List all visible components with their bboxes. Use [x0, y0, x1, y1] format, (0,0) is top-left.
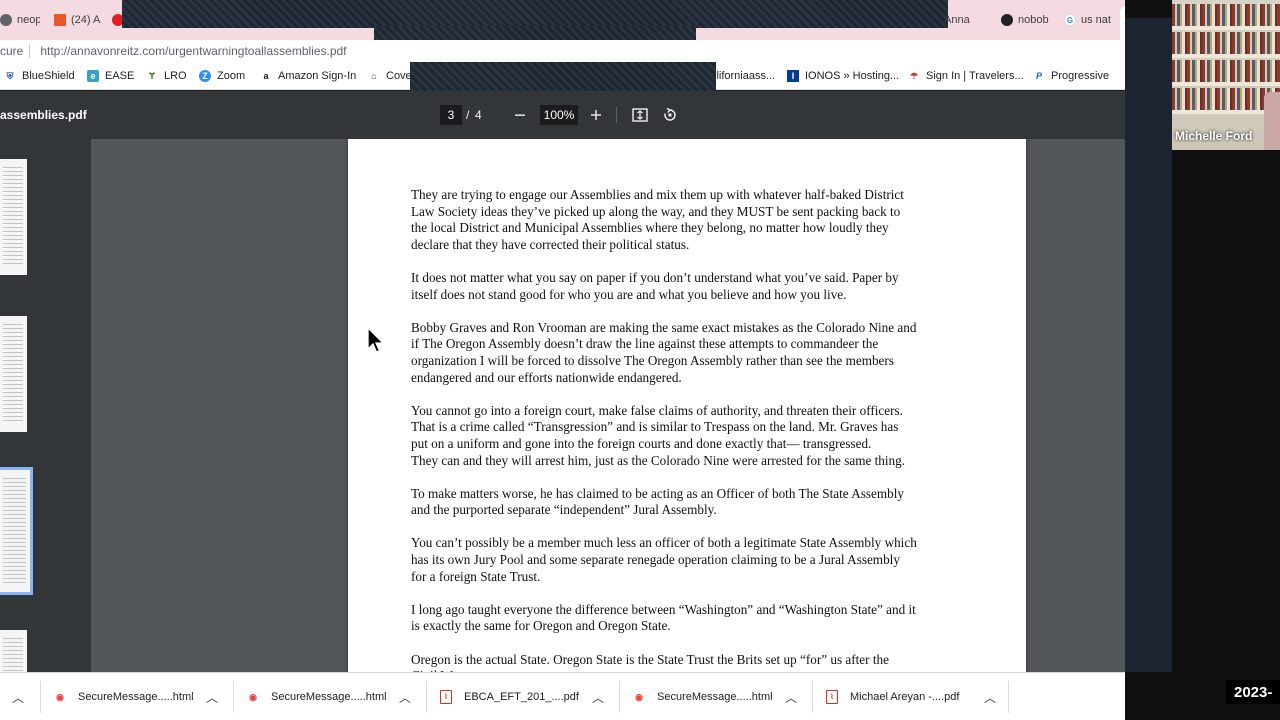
participant-name: Michelle Ford [1175, 129, 1253, 143]
zoom-in-button[interactable] [586, 105, 606, 125]
chevron-up-icon[interactable]: ︿ [399, 689, 411, 706]
fit-page-icon [632, 108, 648, 122]
umbrella-icon: ☂ [909, 70, 919, 81]
cove-icon: ⌂ [371, 71, 377, 81]
chevron-up-icon[interactable]: ︿ [984, 689, 996, 706]
chrome-file-icon: ◉ [249, 691, 257, 702]
bookmark-icon [54, 14, 66, 26]
downloads-bar: ︿ ◉ SecureMessage.....html ︿ ◉ SecureMes… [0, 672, 1125, 720]
tab-label: (24) A [71, 14, 101, 26]
download-item[interactable]: ◉ SecureMessage.....html ︿ [40, 681, 230, 713]
google-icon: G [1064, 14, 1076, 26]
ease-icon: e [87, 70, 99, 82]
rotate-icon [664, 107, 676, 121]
minus-icon [515, 114, 525, 116]
tab-1[interactable]: (24) A [54, 8, 104, 32]
globe-icon [0, 14, 12, 26]
bookmark-progressive[interactable]: P Progressive [1033, 68, 1109, 84]
zoom-out-button[interactable] [510, 105, 530, 125]
pdf-file-icon: ⌇ [826, 690, 838, 704]
bookmark-ionos[interactable]: I IONOS » Hosting... [787, 68, 899, 84]
bookmark-lro[interactable]: Ɏ LRO [146, 68, 187, 84]
page-thumbnail-2[interactable] [0, 316, 27, 432]
paragraph: Bobby Graves and Ron Vrooman are making … [411, 319, 917, 385]
pdf-filename: assemblies.pdf [0, 108, 87, 122]
rotate-button[interactable] [660, 105, 680, 125]
tab-label: nobob [1018, 14, 1049, 26]
pdf-page: They are trying to engage our Assemblies… [348, 139, 1026, 672]
page-number-input[interactable]: 3 [440, 105, 462, 125]
tab-0[interactable]: neopa [0, 8, 40, 32]
chevron-up-icon[interactable]: ︿ [592, 689, 604, 706]
chevron-up-icon[interactable]: ︿ [206, 689, 218, 706]
zoom-icon: Z [199, 70, 211, 82]
download-item[interactable]: ⌇ Michael Areyan -....pdf ︿ [812, 681, 1009, 713]
pdf-file-icon: ⌇ [440, 690, 452, 704]
tab-2[interactable]: Anna [944, 8, 988, 32]
security-label: cure [0, 44, 24, 58]
paragraph: It does not matter what you say on paper… [411, 269, 899, 302]
participant-figure [1264, 92, 1280, 150]
bookmark-ease[interactable]: e EASE [87, 68, 134, 84]
page-total: 4 [475, 108, 482, 122]
url-text[interactable]: http://annavonreitz.com/urgentwarningtoa… [40, 44, 346, 58]
zoom-level-input[interactable]: 100% [540, 105, 578, 125]
bookmark-cove[interactable]: ⌂ Cove [368, 68, 411, 84]
pdf-viewer[interactable]: They are trying to engage our Assemblies… [91, 139, 1125, 672]
ionos-icon: I [787, 70, 799, 82]
bookmark-amazon[interactable]: a Amazon Sign-In [260, 68, 356, 84]
bookmark-zoom[interactable]: Z Zoom [199, 68, 245, 84]
chrome-file-icon: ◉ [635, 691, 643, 702]
download-item[interactable]: ◉ SecureMessage.....html ︿ [233, 681, 423, 713]
tab-3[interactable]: nobob [1001, 8, 1053, 32]
thumbnail-sidebar [0, 139, 91, 690]
progressive-icon: P [1035, 71, 1042, 81]
redacted-area [122, 0, 948, 28]
download-item[interactable]: ⌇ EBCA_EFT_201_....pdf ︿ [426, 681, 616, 713]
bookmark-blueshield[interactable]: ⛨ BlueShield [4, 68, 75, 84]
paragraph: I long ago taught everyone the differenc… [411, 601, 916, 634]
tab-4[interactable]: G us nat [1064, 8, 1116, 32]
paragraph: Oregon is the actual State. Oregon State… [411, 651, 889, 672]
pdf-toolbar: assemblies.pdf 3 / 4 100% [0, 91, 1128, 139]
chrome-file-icon: ◉ [56, 691, 64, 702]
tab-strip: neopa (24) A Anna nobob G us nat [0, 0, 1132, 46]
fit-to-page-button[interactable] [630, 105, 650, 125]
tab-label: us nat [1081, 14, 1111, 26]
paragraph: You can’t possibly be a member much less… [411, 535, 917, 584]
plus-icon [591, 110, 601, 120]
tab-label: neopa [17, 14, 40, 26]
paragraph: They are trying to engage our Assemblies… [411, 187, 904, 252]
download-item[interactable]: ◉ SecureMessage.....html ︿ [619, 681, 809, 713]
tab-label: Anna [944, 14, 970, 26]
paragraph: To make matters worse, he has claimed to… [411, 485, 904, 518]
mouse-cursor-icon [367, 327, 385, 353]
chevron-up-icon[interactable]: ︿ [785, 689, 797, 706]
bookmark-travelers[interactable]: ☂ Sign In | Travelers... [908, 68, 1024, 84]
participant-video[interactable]: Michelle Ford [1172, 0, 1280, 150]
bookmark-californiaass[interactable]: lliforniaass... [714, 68, 775, 84]
page-thumbnail-1[interactable] [0, 159, 27, 275]
shield-icon: ⛨ [6, 70, 14, 81]
page-thumbnail-3[interactable] [0, 467, 33, 595]
timestamp-overlay: 2023- [1226, 680, 1280, 704]
globe-icon [1001, 14, 1013, 26]
paragraph: You cannot go into a foreign court, make… [411, 402, 906, 468]
chevron-up-icon[interactable]: ︿ [12, 689, 24, 706]
page-body: They are trying to engage our Assemblies… [411, 187, 971, 672]
amazon-icon: a [263, 71, 269, 81]
lro-icon: Ɏ [148, 71, 155, 81]
bookmarks-bar: ⛨ BlueShield e EASE Ɏ LRO Z Zoom a Amazo… [0, 62, 1128, 98]
address-bar[interactable]: cure http://annavonreitz.com/urgentwarni… [0, 40, 1128, 62]
page-separator: / [466, 108, 470, 122]
